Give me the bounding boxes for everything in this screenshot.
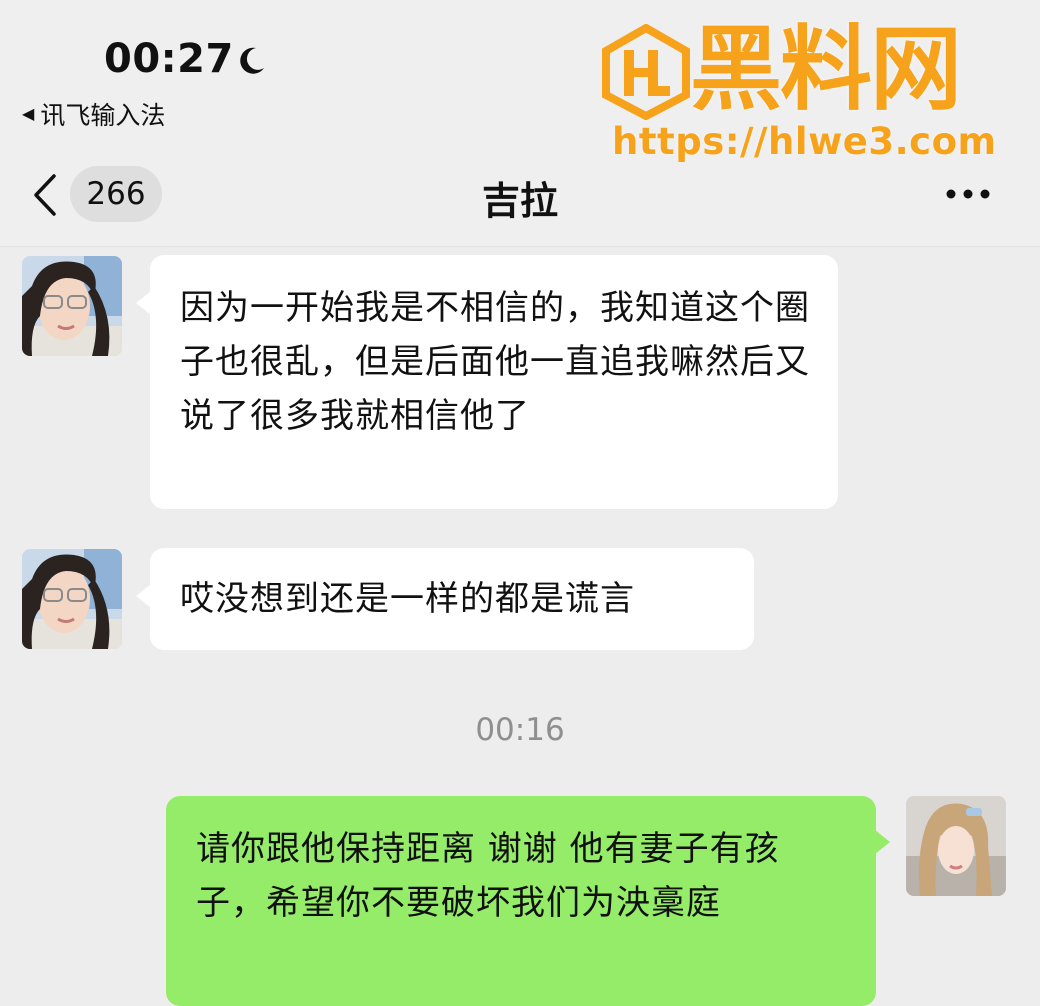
back-triangle-icon: ◀ (22, 104, 35, 123)
moon-icon (240, 47, 264, 74)
status-time: 00:27 (104, 36, 234, 82)
back-app-label: 讯飞输入法 (40, 101, 166, 130)
message-timestamp: 00:16 (475, 712, 565, 748)
chat-title: 吉拉 (481, 179, 558, 223)
back-to-app-link[interactable]: ◀ 讯飞输入法 (22, 96, 165, 132)
contact-avatar[interactable] (22, 549, 122, 649)
more-options-icon[interactable] (944, 182, 992, 206)
chat-header: 00:27 ◀ 讯飞输入法 266 吉拉 黑料网 https://hlwe3.c… (0, 0, 1040, 247)
contact-avatar[interactable] (22, 256, 122, 356)
message-bubble-incoming[interactable]: 哎没想到还是一样的都是谎言 (136, 548, 754, 650)
watermark-brand: 黑料网 (690, 16, 962, 123)
watermark-logo-icon (602, 24, 690, 120)
my-avatar[interactable] (906, 796, 1006, 896)
watermark-url: https://hlwe3.com (612, 120, 997, 163)
message-bubble-incoming[interactable]: 因为一开始我是不相信的，我知道这个圈子也很乱，但是后面他一直追我嘛然后又说了很多… (136, 255, 838, 509)
message-bubble-outgoing[interactable]: 请你跟他保持距离 谢谢 他有妻子有孩子，希望你不要破坏我们为泱稾庭 (166, 796, 890, 1006)
